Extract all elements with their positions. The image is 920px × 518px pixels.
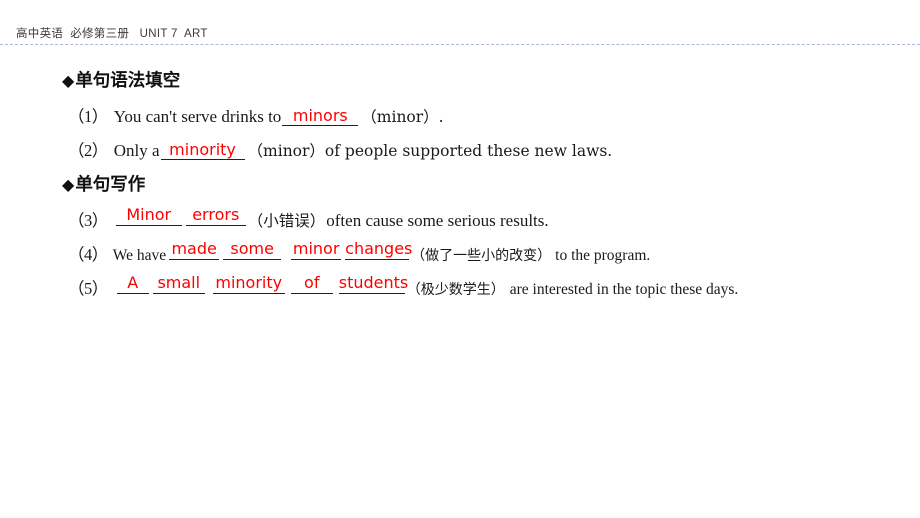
question-text-after: （minor）of people supported these new law…: [247, 142, 613, 160]
answer-blank-4-1[interactable]: made: [169, 241, 220, 260]
question-hint: （极少数学生）: [406, 282, 505, 298]
section-heading-grammar-fill: ◆单句语法填空: [62, 67, 180, 92]
question-text-before: Only a: [113, 141, 160, 160]
question-item-4: （4） We have made some minor changes （做了一些小的改变）…: [68, 241, 650, 265]
answer-blank-5-4[interactable]: of: [290, 275, 333, 294]
question-item-1: （1） You can't serve drinks to minors （minor…: [68, 103, 444, 127]
question-number: （5）: [68, 279, 108, 298]
answer-blank-4-4[interactable]: changes: [345, 241, 412, 260]
question-item-2: （2） Only a minority （minor）of people suppor…: [68, 137, 612, 161]
answer-blank-2-1[interactable]: minority: [160, 141, 245, 160]
header-title: 高中英语 必修第三册 UNIT 7 ART: [16, 28, 208, 40]
answer-blank-5-2[interactable]: small: [152, 275, 205, 294]
question-number: （2）: [68, 141, 108, 160]
answer-blank-5-3[interactable]: minority: [212, 275, 285, 294]
slide-header: 高中英语 必修第三册 UNIT 7 ART: [0, 0, 920, 45]
question-number: （1）: [68, 107, 108, 126]
question-item-3: （3） Minor errors （小错误）often cause some seri…: [68, 207, 549, 231]
diamond-bullet-icon: ◆: [62, 175, 75, 194]
question-text-before: You can't serve drinks to: [113, 107, 282, 126]
question-text-before: We have: [112, 247, 167, 264]
question-item-5: （5） Asmall minority of students （极少数学生） are in…: [68, 275, 738, 299]
answer-blank-4-2[interactable]: some: [223, 241, 282, 260]
question-text-after: （minor）.: [361, 108, 444, 126]
answer-blank-1-1[interactable]: minors: [282, 107, 359, 126]
question-text-after: to the program.: [555, 247, 651, 264]
section-heading-label: 单句写作: [75, 175, 146, 195]
question-hint: （做了一些小的改变）: [411, 248, 552, 264]
slide-content: ◆单句语法填空 （1） You can't serve drinks to mino…: [0, 45, 920, 518]
question-text-after: often cause some serious results.: [326, 211, 549, 230]
answer-blank-4-3[interactable]: minor: [291, 241, 342, 260]
question-hint: （小错误）: [247, 212, 326, 230]
section-heading-label: 单句语法填空: [75, 71, 181, 91]
question-text-after: are interested in the topic these days.: [509, 281, 739, 298]
section-heading-sentence-writing: ◆单句写作: [62, 171, 145, 196]
answer-blank-5-5[interactable]: students: [338, 275, 408, 294]
answer-blank-3-1[interactable]: Minor: [115, 207, 182, 226]
question-number: （3）: [68, 211, 108, 230]
answer-blank-3-2[interactable]: errors: [185, 207, 246, 226]
question-number: （4）: [68, 245, 108, 264]
answer-blank-5-1[interactable]: A: [116, 275, 149, 294]
diamond-bullet-icon: ◆: [62, 71, 75, 90]
